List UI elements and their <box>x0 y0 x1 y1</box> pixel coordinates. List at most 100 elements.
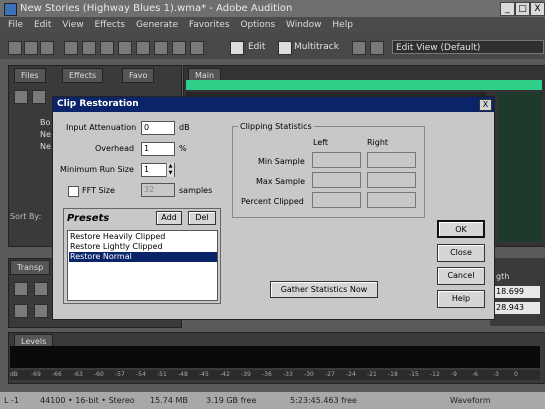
tab-effects[interactable]: Effects <box>62 68 104 83</box>
help-button[interactable]: Help <box>437 290 485 308</box>
app-icon <box>4 3 17 16</box>
play-icon[interactable] <box>34 282 48 296</box>
cancel-button[interactable]: Cancel <box>437 267 485 285</box>
preset-item[interactable]: Restore Heavily Clipped <box>69 232 217 242</box>
samples-unit-label: samples <box>179 186 213 195</box>
level-tick-label: -60 <box>94 371 104 378</box>
level-tick-label: -27 <box>325 371 335 378</box>
level-tick-label: dB <box>10 371 18 378</box>
menu-help[interactable]: Help <box>332 20 353 30</box>
maximize-button[interactable]: □ <box>515 2 530 16</box>
preset-item-selected[interactable]: Restore Normal <box>69 252 217 262</box>
percent-clipped-right-value <box>367 192 416 208</box>
min-sample-left-value <box>312 152 361 168</box>
close-button[interactable]: Close <box>437 244 485 262</box>
db-unit-label: dB <box>179 123 190 132</box>
level-tick-label: -30 <box>304 371 314 378</box>
cd-view-icon[interactable] <box>352 41 366 55</box>
min-run-size-label: Minimum Run Size <box>60 165 134 174</box>
left-column-header: Left <box>313 138 329 147</box>
open-file-icon[interactable] <box>24 41 38 55</box>
envelope-tool-icon[interactable] <box>172 41 186 55</box>
select-tool-icon[interactable] <box>82 41 96 55</box>
selection-length[interactable]: 18.699 <box>494 286 540 298</box>
new-file-icon[interactable] <box>8 41 22 55</box>
menu-effects[interactable]: Effects <box>94 20 125 30</box>
close-window-button[interactable]: X <box>530 2 545 16</box>
title-bar: New Stories (Highway Blues 1).wma* - Ado… <box>0 0 545 17</box>
input-attenuation-label: Input Attenuation <box>66 123 137 132</box>
menu-bar: File Edit View Effects Generate Favorite… <box>0 17 545 33</box>
edit-view-icon[interactable] <box>230 41 244 55</box>
presets-list: Restore Heavily Clipped Restore Lightly … <box>67 230 218 301</box>
menu-options[interactable]: Options <box>240 20 275 30</box>
fft-size-checkbox[interactable] <box>68 186 79 197</box>
preset-item[interactable]: Restore Lightly Clipped <box>69 242 217 252</box>
save-icon[interactable] <box>40 41 54 55</box>
level-tick-label: -66 <box>52 371 62 378</box>
overhead-label: Overhead <box>95 144 135 153</box>
rewind-icon[interactable] <box>14 304 28 318</box>
max-sample-label: Max Sample <box>256 177 306 186</box>
hand-tool-icon[interactable] <box>64 41 78 55</box>
overhead-field[interactable]: 1 <box>141 142 175 156</box>
waveform-overview[interactable] <box>186 80 542 90</box>
add-preset-button[interactable]: Add <box>156 211 182 225</box>
zoom-tool-icon[interactable] <box>118 41 132 55</box>
level-tick-label: -57 <box>115 371 125 378</box>
tab-favorites[interactable]: Favo <box>122 68 155 83</box>
level-tick-label: -15 <box>409 371 419 378</box>
view-length[interactable]: 28.943 <box>494 302 540 314</box>
fft-size-label: FFT Size <box>82 186 115 195</box>
level-tick-label: -6 <box>472 371 478 378</box>
status-format: 44100 • 16-bit • Stereo <box>40 396 135 405</box>
dialog-title: Clip Restoration <box>57 99 139 109</box>
tab-files[interactable]: Files <box>14 68 46 83</box>
level-tick-label: -42 <box>220 371 230 378</box>
multitrack-icon[interactable] <box>278 41 292 55</box>
multitrack-button[interactable]: Multitrack <box>294 40 339 54</box>
ok-button[interactable]: OK <box>437 220 485 238</box>
menu-file[interactable]: File <box>8 20 23 30</box>
level-tick-label: -33 <box>283 371 293 378</box>
dialog-close-button[interactable]: X <box>479 99 492 111</box>
status-levels: L -1 <box>4 396 19 405</box>
status-size: 15.74 MB <box>150 396 188 405</box>
percent-clipped-left-value <box>312 192 361 208</box>
delete-preset-button[interactable]: Del <box>188 211 216 225</box>
window-title: New Stories (Highway Blues 1).wma* - Ado… <box>20 3 293 14</box>
edit-view-button[interactable]: Edit <box>248 40 265 54</box>
lasso-tool-icon[interactable] <box>154 41 168 55</box>
file-item[interactable]: Bo <box>40 118 50 127</box>
input-attenuation-field[interactable]: 0 <box>141 121 175 135</box>
scrub-tool-icon[interactable] <box>100 41 114 55</box>
level-tick-label: -54 <box>136 371 146 378</box>
clipping-statistics-title: Clipping Statistics <box>238 122 314 131</box>
level-tick-label: -3 <box>493 371 499 378</box>
presets-title: Presets <box>67 213 110 224</box>
workspace-select[interactable]: Edit View (Default) <box>392 40 544 54</box>
status-free-time: 5:23:45.463 free <box>290 396 357 405</box>
tab-transport[interactable]: Transp <box>10 260 51 275</box>
menu-favorites[interactable]: Favorites <box>189 20 230 30</box>
close-file-icon[interactable] <box>32 90 46 104</box>
minimize-button[interactable]: _ <box>500 2 515 16</box>
record-icon[interactable] <box>34 304 48 318</box>
level-tick-label: -45 <box>199 371 209 378</box>
menu-window[interactable]: Window <box>286 20 322 30</box>
percent-clipped-label: Percent Clipped <box>241 197 304 206</box>
menu-generate[interactable]: Generate <box>136 20 178 30</box>
fft-size-field[interactable]: 32 <box>141 183 175 197</box>
marquee-tool-icon[interactable] <box>136 41 150 55</box>
spot-heal-icon[interactable] <box>190 41 204 55</box>
import-icon[interactable] <box>14 90 28 104</box>
surround-view-icon[interactable] <box>370 41 384 55</box>
stop-icon[interactable] <box>14 282 28 296</box>
menu-edit[interactable]: Edit <box>34 20 51 30</box>
file-item[interactable]: Ne <box>40 130 51 139</box>
menu-view[interactable]: View <box>62 20 83 30</box>
status-free-space: 3.19 GB free <box>206 396 257 405</box>
gather-statistics-button[interactable]: Gather Statistics Now <box>270 281 378 298</box>
file-item[interactable]: Ne <box>40 142 51 151</box>
spinner-arrows-icon[interactable]: ▲ ▼ <box>166 163 174 177</box>
